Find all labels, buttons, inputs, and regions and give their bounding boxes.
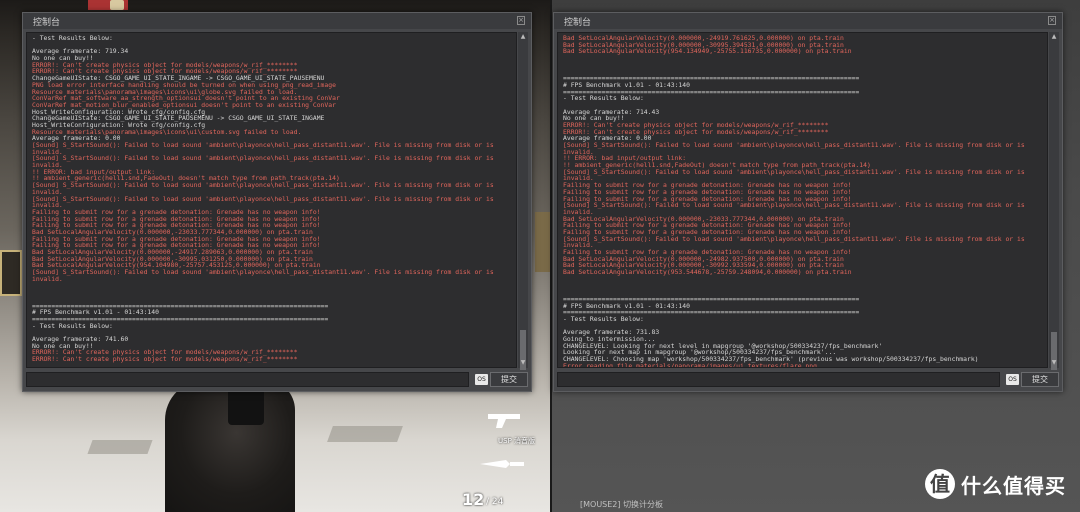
console-line: invalid. [32, 274, 63, 283]
console-window-left[interactable]: 控制台 × - Test Results Below: Average fram… [22, 12, 532, 392]
console-window-right[interactable]: 控制台 × Bad SetLocalAngularVelocity(0.0000… [553, 12, 1063, 392]
close-icon[interactable]: × [1048, 16, 1056, 25]
console-line: [Sound] S_StartSound(): Failed to load s… [563, 234, 1025, 243]
console-output: - Test Results Below: Average framerate:… [26, 32, 517, 368]
console-line: - Test Results Below: [32, 34, 113, 42]
weapon-name-label: USP 消音版 [498, 437, 536, 445]
console-input-row: OS 提交 [26, 372, 528, 387]
console-line: [Sound] S_StartSound(): Failed to load s… [32, 181, 494, 190]
wall-pillar [535, 212, 550, 272]
console-line: [Sound] S_StartSound(): Failed to load s… [32, 268, 494, 277]
floor-tile [87, 440, 153, 454]
floor-tile [327, 426, 403, 442]
console-titlebar[interactable]: 控制台 × [23, 13, 531, 29]
console-line: - Test Results Below: [563, 94, 644, 103]
console-line: [Sound] S_StartSound(): Failed to load s… [563, 167, 1025, 176]
console-line: [Sound] S_StartSound(): Failed to load s… [32, 141, 494, 149]
watermark-text: 什么值得买 [961, 473, 1066, 498]
ime-indicator: OS [475, 374, 488, 385]
console-line: [Sound] S_StartSound(): Failed to load s… [563, 141, 1025, 149]
console-line: - Test Results Below: [32, 321, 113, 330]
console-line: - Test Results Below: [563, 314, 644, 323]
ime-indicator: OS [1006, 374, 1019, 385]
player-avatar [110, 0, 124, 10]
console-line: [Sound] S_StartSound(): Failed to load s… [32, 154, 494, 163]
scoreboard-hint: [MOUSE2] 切换计分板 [580, 500, 664, 509]
console-titlebar[interactable]: 控制台 × [554, 13, 1062, 29]
scroll-down-arrow-icon[interactable]: ▼ [1050, 359, 1058, 367]
scroll-down-arrow-icon[interactable]: ▼ [519, 359, 527, 367]
wall-sign [0, 250, 22, 296]
console-line: Bad SetLocalAngularVelocity(954.134949,-… [563, 47, 852, 56]
console-title: 控制台 [564, 18, 592, 28]
console-scrollbar[interactable]: ▲ ▼ [1049, 32, 1059, 370]
submit-button[interactable]: 提交 [1021, 372, 1059, 387]
submit-button[interactable]: 提交 [490, 372, 528, 387]
console-output: Bad SetLocalAngularVelocity(0.000000,-24… [557, 32, 1048, 368]
console-line: ERROR!: Can't create physics object for … [32, 355, 298, 363]
console-scrollbar[interactable]: ▲ ▼ [518, 32, 528, 370]
console-line: Average framerate: 714.43 [563, 107, 660, 116]
console-title: 控制台 [33, 18, 61, 28]
close-icon[interactable]: × [517, 16, 525, 25]
console-input-row: OS 提交 [557, 372, 1059, 387]
knife-icon [480, 460, 524, 468]
console-command-input[interactable] [26, 372, 469, 387]
console-line: Error reading file materials/panorama/im… [563, 361, 821, 368]
scroll-up-arrow-icon[interactable]: ▲ [519, 33, 527, 41]
console-line: Bad SetLocalAngularVelocity(953.544678,-… [563, 268, 852, 277]
ammo-clip-count: 12 [462, 490, 485, 509]
watermark: 值 什么值得买 [925, 468, 1066, 500]
smzdm-logo-icon: 值 [925, 469, 955, 499]
console-line: Average framerate: 719.34 [32, 47, 129, 56]
console-line: Average framerate: 741.60 [32, 334, 129, 343]
console-line: [Sound] S_StartSound(): Failed to load s… [563, 201, 1025, 210]
console-command-input[interactable] [557, 372, 1000, 387]
pistol-icon [488, 414, 520, 428]
ammo-reserve-count: / 24 [486, 497, 504, 507]
scroll-up-arrow-icon[interactable]: ▲ [1050, 33, 1058, 41]
console-line: [Sound] S_StartSound(): Failed to load s… [32, 194, 494, 203]
